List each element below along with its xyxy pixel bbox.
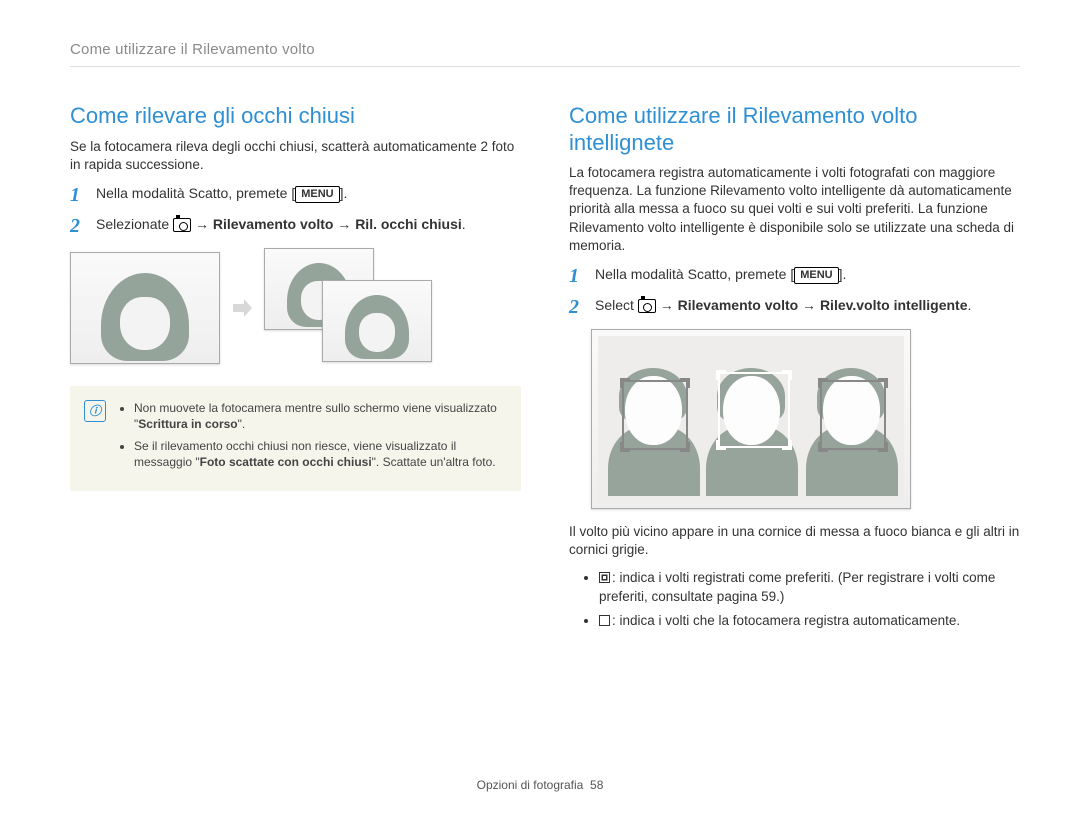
menu-button-icon: MENU	[794, 267, 838, 284]
note-text: ". Scattate un'altra foto.	[372, 455, 496, 469]
page-footer: Opzioni di fotografia 58	[0, 777, 1080, 793]
step-bold: → Rilevamento volto → Ril. occhi chiusi	[191, 216, 462, 232]
right-column: Come utilizzare il Rilevamento volto int…	[569, 103, 1020, 636]
camera-icon	[638, 299, 656, 313]
breadcrumb: Come utilizzare il Rilevamento volto	[70, 40, 1020, 67]
menu-button-icon: MENU	[295, 186, 339, 203]
note-text: ".	[238, 417, 246, 431]
step-text: ].	[340, 185, 348, 201]
step-text: Nella modalità Scatto, premete [	[595, 266, 794, 282]
step-text: .	[462, 216, 466, 232]
right-steps: Nella modalità Scatto, premete [MENU]. S…	[569, 265, 1020, 315]
focus-frame-white	[718, 372, 790, 448]
footer-section: Opzioni di fotografia	[477, 778, 584, 792]
right-step-2: Select → Rilevamento volto → Rilev.volto…	[569, 296, 1020, 315]
note-icon: ⓘ	[84, 400, 106, 422]
right-intro: La fotocamera registra automaticamente i…	[569, 164, 1020, 255]
step-text: .	[968, 297, 972, 313]
step-text: Nella modalità Scatto, premete [	[96, 185, 295, 201]
left-steps: Nella modalità Scatto, premete [MENU]. S…	[70, 184, 521, 234]
left-column: Come rilevare gli occhi chiusi Se la fot…	[70, 103, 521, 636]
photo-result-2	[322, 280, 432, 362]
photo-eyes-closed	[70, 252, 220, 364]
bullet-text: : indica i volti registrati come preferi…	[599, 570, 995, 603]
note-bold: Scrittura in corso	[138, 417, 237, 431]
step-text: Select	[595, 297, 638, 313]
focus-frame-grey	[820, 380, 886, 450]
focus-frame-grey	[622, 380, 688, 450]
blink-illustration	[70, 248, 521, 368]
left-step-1: Nella modalità Scatto, premete [MENU].	[70, 184, 521, 203]
note-item-1: Non muovete la fotocamera mentre sullo s…	[134, 400, 503, 432]
arrow-right-icon	[230, 296, 254, 320]
bullet-preferred: : indica i volti registrati come preferi…	[599, 569, 1020, 605]
right-bullets: : indica i volti registrati come preferi…	[569, 569, 1020, 630]
page-number: 58	[590, 778, 603, 792]
left-title: Come rilevare gli occhi chiusi	[70, 103, 521, 129]
note-item-2: Se il rilevamento occhi chiusi non riesc…	[134, 438, 503, 470]
right-step-1: Nella modalità Scatto, premete [MENU].	[569, 265, 1020, 284]
double-square-icon	[599, 572, 610, 583]
camera-icon	[173, 218, 191, 232]
step-text: ].	[839, 266, 847, 282]
left-step-2: Selezionate → Rilevamento volto → Ril. o…	[70, 215, 521, 234]
right-title: Come utilizzare il Rilevamento volto int…	[569, 103, 1020, 156]
note-box: ⓘ Non muovete la fotocamera mentre sullo…	[70, 386, 521, 491]
bullet-text: : indica i volti che la fotocamera regis…	[612, 613, 960, 628]
smart-face-illustration	[591, 329, 911, 509]
square-icon	[599, 615, 610, 626]
right-caption: Il volto più vicino appare in una cornic…	[569, 523, 1020, 559]
step-bold: → Rilevamento volto → Rilev.volto intell…	[656, 297, 968, 313]
note-bold: Foto scattate con occhi chiusi	[200, 455, 372, 469]
left-intro: Se la fotocamera rileva degli occhi chiu…	[70, 138, 521, 174]
step-text: Selezionate	[96, 216, 173, 232]
bullet-auto: : indica i volti che la fotocamera regis…	[599, 612, 1020, 630]
